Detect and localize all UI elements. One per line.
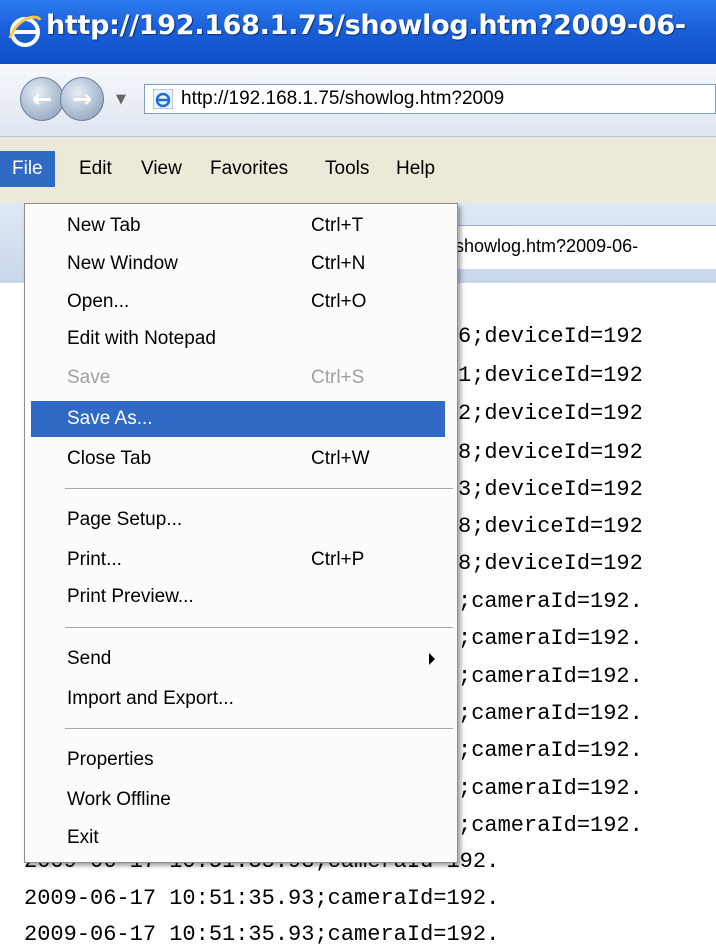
menu-edit[interactable]: Edit: [79, 158, 112, 180]
ie-icon: [8, 15, 42, 47]
menu-view[interactable]: View: [141, 158, 182, 180]
menu-item-exit[interactable]: Exit: [31, 820, 445, 856]
file-menu-dropdown: New Tab Ctrl+T New Window Ctrl+N Open...…: [24, 203, 458, 863]
menu-item-new-window[interactable]: New Window Ctrl+N: [31, 246, 445, 282]
log-line: 2;deviceId=192: [458, 401, 643, 426]
history-dropdown-icon[interactable]: ▼: [116, 92, 126, 107]
log-line: ;cameraId=192.: [458, 701, 643, 726]
address-url: http://192.168.1.75/showlog.htm?2009: [181, 88, 505, 109]
submenu-arrow-icon: [429, 653, 435, 665]
menu-item-new-tab[interactable]: New Tab Ctrl+T: [31, 208, 445, 244]
log-line: 2009-06-17 10:51:35.93;cameraId=192.: [24, 922, 500, 947]
menu-item-send[interactable]: Send: [31, 641, 445, 677]
back-button[interactable]: ←: [20, 77, 64, 121]
log-line: ;cameraId=192.: [458, 626, 643, 651]
page-ie-icon: [153, 89, 173, 109]
address-bar[interactable]: http://192.168.1.75/showlog.htm?2009: [144, 84, 716, 114]
menu-file[interactable]: File: [0, 151, 55, 187]
browser-tab[interactable]: showlog.htm?2009-06-: [440, 225, 716, 269]
log-line: ;cameraId=192.: [458, 776, 643, 801]
menu-item-work-offline[interactable]: Work Offline: [31, 782, 445, 818]
menu-item-save-as[interactable]: Save As...: [31, 401, 445, 437]
menu-item-close-tab[interactable]: Close Tab Ctrl+W: [31, 441, 445, 477]
log-line: 2009-06-17 10:51:35.93;cameraId=192.: [24, 886, 500, 911]
menu-separator: [65, 627, 453, 629]
menu-item-print[interactable]: Print... Ctrl+P: [31, 542, 445, 578]
menu-favorites[interactable]: Favorites: [210, 158, 288, 180]
navigation-bar: ← → ▼ http://192.168.1.75/showlog.htm?20…: [0, 64, 716, 137]
tab-title: showlog.htm?2009-06-: [455, 236, 639, 256]
menu-separator: [65, 488, 453, 490]
menu-item-properties[interactable]: Properties: [31, 742, 445, 778]
menu-bar: File Edit View Favorites Tools Help: [0, 137, 716, 203]
window-title: http://192.168.1.75/showlog.htm?2009-06-: [46, 10, 686, 41]
menu-item-save[interactable]: Save Ctrl+S: [31, 360, 445, 396]
log-line: ;cameraId=192.: [458, 738, 643, 763]
menu-item-import-export[interactable]: Import and Export...: [31, 681, 445, 717]
arrow-left-icon: ←: [31, 85, 53, 113]
log-line: 6;deviceId=192: [458, 324, 643, 349]
menu-tools[interactable]: Tools: [325, 158, 369, 180]
log-line: 3;deviceId=192: [458, 477, 643, 502]
log-line: ;cameraId=192.: [458, 589, 643, 614]
menu-separator: [65, 728, 453, 730]
log-line: 8;deviceId=192: [458, 551, 643, 576]
log-line: 1;deviceId=192: [458, 363, 643, 388]
log-line: ;cameraId=192.: [458, 664, 643, 689]
menu-item-print-preview[interactable]: Print Preview...: [31, 579, 445, 615]
menu-item-edit-with-notepad[interactable]: Edit with Notepad: [31, 321, 445, 357]
log-line: 8;deviceId=192: [458, 440, 643, 465]
log-line: 8;deviceId=192: [458, 514, 643, 539]
window-title-bar: http://192.168.1.75/showlog.htm?2009-06-: [0, 0, 716, 64]
arrow-right-icon: →: [71, 85, 93, 113]
menu-item-open[interactable]: Open... Ctrl+O: [31, 284, 445, 320]
menu-item-page-setup[interactable]: Page Setup...: [31, 502, 445, 538]
menu-help[interactable]: Help: [396, 158, 435, 180]
log-line: ;cameraId=192.: [458, 813, 643, 838]
forward-button[interactable]: →: [60, 77, 104, 121]
